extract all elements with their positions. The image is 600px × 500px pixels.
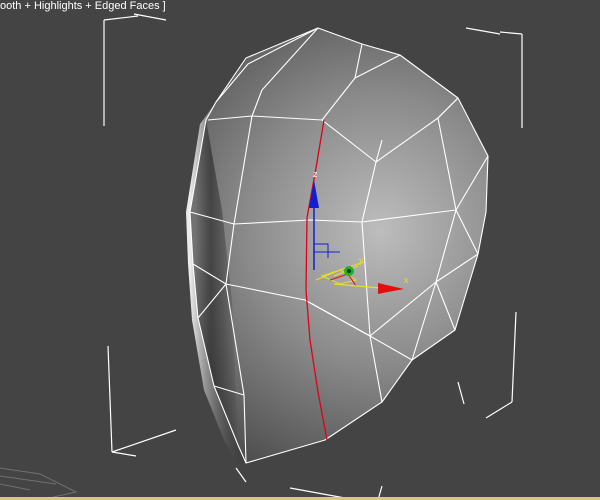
home-grid xyxy=(0,467,78,500)
perspective-viewport[interactable]: ooth + Highlights + Edged Faces ] z y x xyxy=(0,0,600,500)
head-mesh[interactable] xyxy=(186,27,489,464)
viewport-scene[interactable]: z y x xyxy=(0,0,600,500)
z-axis-label: z xyxy=(313,169,318,179)
viewport-shading-label[interactable]: ooth + Highlights + Edged Faces ] xyxy=(0,0,168,13)
y-axis-label: y xyxy=(359,255,364,265)
x-axis-label: x xyxy=(404,275,409,285)
pivot-core xyxy=(347,269,351,273)
